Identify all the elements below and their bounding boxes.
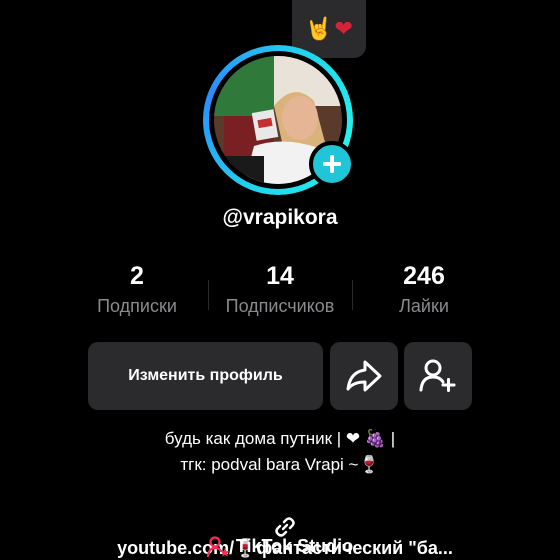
profile-stats: 2 Подписки 14 Подписчиков 246 Лайки: [80, 258, 480, 328]
plus-icon: [323, 155, 341, 173]
link-icon: [275, 517, 295, 537]
likes-label: Лайки: [399, 296, 449, 316]
edit-profile-button[interactable]: Изменить профиль: [88, 342, 323, 410]
stat-divider: [352, 280, 353, 310]
share-profile-button[interactable]: [330, 342, 398, 410]
following-count: 2: [130, 262, 144, 290]
bio-line-2: тгк: podval bara Vrapi ~🍷: [180, 455, 380, 474]
add-story-button[interactable]: [309, 141, 355, 187]
stat-likes[interactable]: 246 Лайки: [357, 258, 491, 317]
tiktok-studio-label: TikTok Studio: [235, 536, 354, 556]
likes-count: 246: [403, 262, 445, 290]
bio-line-1: будь как дома путник | ❤ 🍇 |: [164, 429, 396, 448]
following-label: Подписки: [97, 296, 177, 316]
share-icon: [346, 360, 382, 392]
add-friend-icon: [419, 359, 456, 392]
avatar[interactable]: [203, 45, 355, 195]
add-friend-button[interactable]: [404, 342, 472, 410]
followers-count: 14: [266, 262, 294, 290]
stat-divider: [208, 280, 209, 310]
tiktok-studio-link[interactable]: TikTok Studio: [0, 536, 560, 558]
rock-hand-emoji: 🤘: [305, 16, 333, 42]
tiktok-studio-icon: [206, 536, 230, 558]
heart-emoji: ❤: [334, 16, 353, 42]
stat-followers[interactable]: 14 Подписчиков: [213, 258, 347, 317]
username: @vrapikora: [222, 206, 338, 229]
profile-bio: будь как дома путник | ❤ 🍇 | тгк: podval…: [0, 426, 560, 478]
followers-label: Подписчиков: [225, 296, 335, 316]
stat-following[interactable]: 2 Подписки: [70, 258, 204, 317]
